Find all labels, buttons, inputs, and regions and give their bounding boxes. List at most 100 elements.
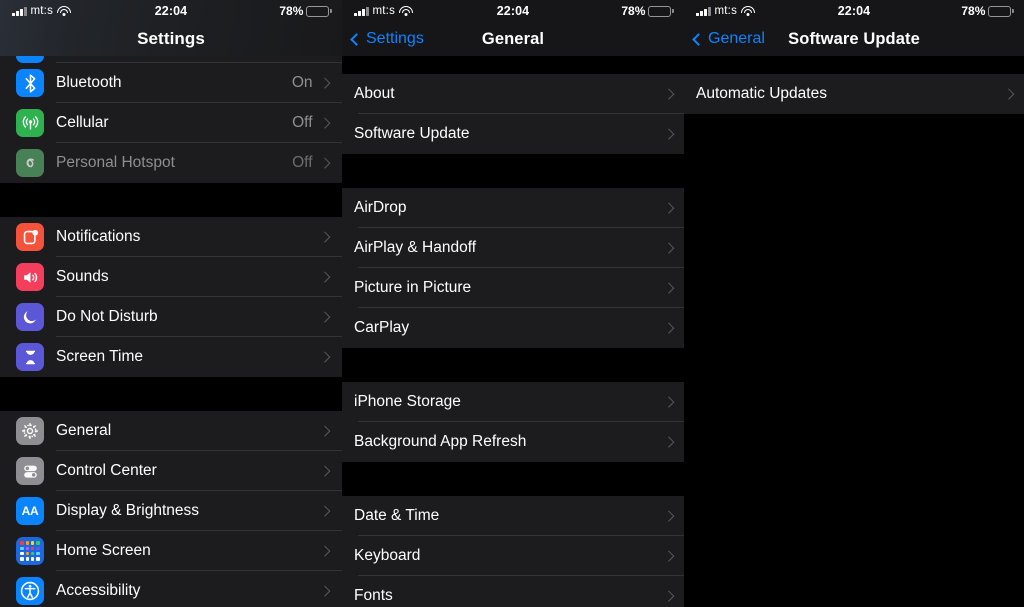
chevron-right-icon — [662, 510, 674, 522]
list-item-date-time[interactable]: Date & Time — [342, 496, 684, 536]
sidebar-item-label: Notifications — [56, 228, 141, 245]
settings-group-system: General Control Center AA Display & Brig… — [0, 411, 342, 607]
chevron-right-icon — [318, 157, 330, 169]
list-item-about[interactable]: About — [342, 74, 684, 114]
software-update-navbar: General Software Update — [684, 22, 1024, 56]
software-update-list: Automatic Updates — [684, 56, 1024, 114]
row-accessory — [662, 396, 685, 408]
chevron-right-icon — [662, 128, 674, 140]
list-item-label: Automatic Updates — [696, 85, 827, 102]
ios-settings-triple-panel-screenshot: mt:s 22:04 78% Settings Bluetooth On Cel… — [0, 0, 1024, 607]
list-item-carplay[interactable]: CarPlay — [342, 308, 684, 348]
list-item-keyboard[interactable]: Keyboard — [342, 536, 684, 576]
chevron-right-icon — [662, 396, 674, 408]
group-gap — [0, 377, 342, 411]
row-accessory — [662, 436, 685, 448]
sidebar-item-do-not-disturb[interactable]: Do Not Disturb — [0, 297, 342, 337]
sidebar-item-personal-hotspot[interactable]: Personal Hotspot Off — [0, 143, 342, 183]
do-not-disturb-icon — [16, 303, 44, 331]
sidebar-item-cellular[interactable]: Cellular Off — [0, 103, 342, 143]
back-button-general[interactable]: General — [684, 30, 765, 48]
sidebar-item-label: Accessibility — [56, 582, 141, 599]
settings-navbar: Settings — [0, 22, 342, 56]
list-item-airdrop[interactable]: AirDrop — [342, 188, 684, 228]
chevron-right-icon — [318, 311, 330, 323]
general-panel: mt:s 22:04 78% Settings General About So… — [342, 0, 684, 607]
sidebar-item-screen-time[interactable]: Screen Time — [0, 337, 342, 377]
row-accessory — [662, 590, 685, 602]
status-bar-clock: 22:04 — [154, 4, 188, 18]
wifi-settings-icon — [16, 56, 44, 63]
list-item-iphone-storage[interactable]: iPhone Storage — [342, 382, 684, 422]
display-brightness-icon: AA — [16, 497, 44, 525]
battery-icon — [306, 5, 332, 17]
list-item-label: iPhone Storage — [354, 393, 461, 410]
row-accessory — [318, 545, 343, 557]
row-accessory — [662, 510, 685, 522]
sidebar-item-general[interactable]: General — [0, 411, 342, 451]
settings-list: Bluetooth On Cellular Off Personal Hotsp… — [0, 56, 342, 607]
bluetooth-icon — [16, 69, 44, 97]
status-bar-general: mt:s 22:04 78% — [342, 0, 684, 22]
sidebar-item-label: Control Center — [56, 462, 157, 479]
sidebar-item-notifications[interactable]: Notifications — [0, 217, 342, 257]
group-gap — [684, 56, 1024, 74]
row-accessory — [318, 585, 343, 597]
group-gap — [342, 154, 684, 188]
row-accessory — [318, 425, 343, 437]
row-accessory — [318, 271, 343, 283]
row-value: On — [291, 74, 313, 91]
status-bar-clock: 22:04 — [496, 4, 530, 18]
status-bar-software-update: mt:s 22:04 78% — [684, 0, 1024, 22]
general-list: About Software Update AirDrop AirPlay & … — [342, 56, 684, 607]
control-center-icon — [16, 457, 44, 485]
list-item-picture-in-picture[interactable]: Picture in Picture — [342, 268, 684, 308]
list-item-label: Fonts — [354, 587, 393, 604]
back-button-label: Settings — [366, 30, 424, 47]
chevron-left-icon — [692, 32, 705, 46]
list-item-fonts[interactable]: Fonts — [342, 576, 684, 607]
sidebar-item-home-screen[interactable]: Home Screen — [0, 531, 342, 571]
row-accessory — [662, 242, 685, 254]
chevron-right-icon — [662, 590, 674, 602]
page-title-settings: Settings — [137, 29, 205, 48]
sidebar-item-label: Personal Hotspot — [56, 154, 175, 171]
row-accessory: Off — [292, 114, 342, 132]
sidebar-item-label: Do Not Disturb — [56, 308, 158, 325]
row-accessory — [662, 128, 685, 140]
list-item-label: About — [354, 85, 395, 102]
partial-row-above-bluetooth[interactable] — [0, 56, 342, 63]
chevron-right-icon — [318, 351, 330, 363]
chevron-right-icon — [662, 436, 674, 448]
back-button-label: General — [708, 30, 765, 47]
row-accessory — [318, 311, 343, 323]
sidebar-item-bluetooth[interactable]: Bluetooth On — [0, 63, 342, 103]
list-item-label: Software Update — [354, 125, 470, 142]
row-value: Off — [292, 114, 313, 131]
chevron-right-icon — [318, 585, 330, 597]
chevron-right-icon — [318, 117, 330, 129]
software-update-group: Automatic Updates — [684, 74, 1024, 114]
chevron-right-icon — [318, 545, 330, 557]
chevron-right-icon — [662, 550, 674, 562]
list-item-airplay-handoff[interactable]: AirPlay & Handoff — [342, 228, 684, 268]
sounds-icon — [16, 263, 44, 291]
row-accessory — [318, 231, 343, 243]
list-item-automatic-updates[interactable]: Automatic Updates — [684, 74, 1024, 114]
sidebar-item-accessibility[interactable]: Accessibility — [0, 571, 342, 607]
row-accessory — [1002, 88, 1024, 100]
sidebar-item-display-brightness[interactable]: AA Display & Brightness — [0, 491, 342, 531]
chevron-right-icon — [318, 425, 330, 437]
cellular-icon — [16, 109, 44, 137]
row-accessory — [662, 202, 685, 214]
sidebar-item-control-center[interactable]: Control Center — [0, 451, 342, 491]
battery-icon — [648, 5, 674, 17]
list-item-software-update[interactable]: Software Update — [342, 114, 684, 154]
software-update-panel: mt:s 22:04 78% General Software Update A… — [684, 0, 1024, 607]
back-button-settings[interactable]: Settings — [342, 30, 424, 48]
sidebar-item-label: Display & Brightness — [56, 502, 200, 519]
settings-panel: mt:s 22:04 78% Settings Bluetooth On Cel… — [0, 0, 342, 607]
sidebar-item-sounds[interactable]: Sounds — [0, 257, 342, 297]
notifications-icon — [16, 223, 44, 251]
list-item-background-app-refresh[interactable]: Background App Refresh — [342, 422, 684, 462]
